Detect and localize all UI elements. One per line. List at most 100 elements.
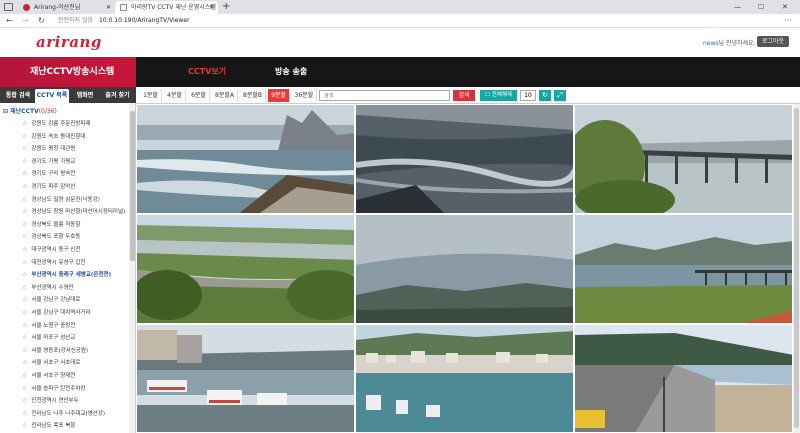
- tree-item[interactable]: ☆ 전라남도 목포 북항: [22, 421, 75, 429]
- tab-favorites[interactable]: 즐겨 찾기: [101, 89, 134, 103]
- tab-actions-icon[interactable]: [4, 3, 13, 11]
- camera-feed-1[interactable]: [136, 104, 355, 214]
- tree-item[interactable]: ☆ 경기도 파주 감악산: [22, 182, 75, 190]
- star-icon[interactable]: ☆: [22, 221, 27, 228]
- page-scrollbar[interactable]: [793, 104, 800, 433]
- star-icon[interactable]: ☆: [22, 284, 27, 291]
- star-icon[interactable]: ☆: [22, 158, 27, 165]
- star-icon[interactable]: ☆: [22, 309, 27, 316]
- forward-icon[interactable]: →: [22, 14, 29, 28]
- star-icon[interactable]: ☆: [22, 183, 27, 190]
- page-scroll-thumb[interactable]: [794, 108, 799, 428]
- security-warning[interactable]: 안전하지 않음: [58, 17, 93, 24]
- url-field[interactable]: 안전하지 않음 10.0.10.190/ArirangTV/Viewer: [58, 15, 190, 27]
- new-tab-button[interactable]: +: [222, 0, 230, 14]
- tab-cctv-list[interactable]: CCTV 목록: [35, 89, 69, 103]
- grid-9[interactable]: 9분할: [268, 89, 290, 102]
- back-icon[interactable]: ←: [6, 14, 13, 28]
- camera-feed-2[interactable]: [355, 104, 574, 214]
- tree-item[interactable]: ☆ 서울 영등포(강서신공원): [22, 346, 88, 354]
- tree-item[interactable]: ☆ 경상북도 울릉 저동항: [22, 220, 80, 228]
- camera-feed-4[interactable]: [136, 214, 355, 324]
- star-icon[interactable]: ☆: [22, 334, 27, 341]
- tree-item[interactable]: ☆ 서울 서초구 양재천: [22, 371, 75, 379]
- tab-search[interactable]: 통합 검색: [2, 89, 34, 103]
- star-icon[interactable]: ☆: [22, 259, 27, 266]
- browser-tab-active[interactable]: 아리랑TV CCTV 재난 운영시스템 ✕: [115, 1, 218, 14]
- grid-8a[interactable]: 8분할A: [212, 89, 238, 102]
- count-input[interactable]: [520, 90, 536, 101]
- grid-6[interactable]: 6분할: [188, 89, 210, 102]
- search-button[interactable]: 검색: [453, 90, 475, 101]
- camera-feed-9[interactable]: [574, 324, 793, 433]
- star-icon[interactable]: ☆: [22, 372, 27, 379]
- star-icon[interactable]: ☆: [22, 296, 27, 303]
- grid-1[interactable]: 1분할: [140, 89, 162, 102]
- grid-36[interactable]: 36분할: [292, 89, 317, 102]
- tab-map[interactable]: 맵화면: [70, 89, 100, 103]
- close-window-icon[interactable]: ✕: [782, 0, 788, 14]
- tree-item[interactable]: ☆ 경기도 가평 가평교: [22, 157, 75, 165]
- star-icon[interactable]: ☆: [22, 170, 27, 177]
- tree-item[interactable]: ☆ 강원도 속초 동대진항대: [22, 132, 86, 140]
- logout-button[interactable]: 로그아웃: [757, 36, 789, 47]
- star-icon[interactable]: ☆: [22, 271, 27, 278]
- minimize-icon[interactable]: —: [734, 0, 741, 14]
- star-icon[interactable]: ☆: [22, 397, 27, 404]
- tree-item[interactable]: ☆ 경상남도 창원 마산항(마산어시장터미널): [22, 207, 125, 215]
- tree-item[interactable]: ☆ 서울 서초구 서초대로: [22, 358, 80, 366]
- refresh-icon[interactable]: ↻: [539, 90, 551, 101]
- search-input[interactable]: [319, 90, 450, 101]
- maximize-icon[interactable]: ☐: [758, 0, 764, 14]
- star-icon[interactable]: ☆: [22, 233, 27, 240]
- star-icon[interactable]: ☆: [22, 145, 27, 152]
- tree-item[interactable]: ☆ 서울 마포구 성산교: [22, 333, 75, 341]
- star-icon[interactable]: ☆: [22, 120, 27, 127]
- star-icon[interactable]: ☆: [22, 347, 27, 354]
- grid-4[interactable]: 4분할: [164, 89, 186, 102]
- tree-item[interactable]: ☆ 부산광역시 수영만: [22, 283, 74, 291]
- tree-root[interactable]: ⊟ 재난CCTV(0/36): [3, 106, 57, 115]
- grid-8b[interactable]: 8분할B: [240, 89, 266, 102]
- tree-item[interactable]: ☆ 부산광역시 동래구 세병교(온천천): [22, 270, 111, 278]
- camera-feed-5[interactable]: [355, 214, 574, 324]
- select-all-button[interactable]: ☐ 전체해제: [480, 90, 517, 101]
- tree-item[interactable]: ☆ 강원도 평창 대관령: [22, 144, 75, 152]
- camera-feed-3[interactable]: [574, 104, 793, 214]
- browser-tab[interactable]: Arirang-이산진님 ✕: [18, 1, 115, 14]
- tree-item[interactable]: ☆ 서울 송파구 탄천주차장: [22, 384, 86, 392]
- star-icon[interactable]: ☆: [22, 385, 27, 392]
- scroll-thumb[interactable]: [130, 111, 135, 261]
- close-tab-icon[interactable]: ✕: [106, 1, 111, 14]
- star-icon[interactable]: ☆: [22, 133, 27, 140]
- camera-feed-8[interactable]: [355, 324, 574, 433]
- tree-item[interactable]: ☆ 전라남도 나주 나주대교(영산강): [22, 409, 105, 417]
- logo[interactable]: arirang: [36, 33, 102, 51]
- tree-item[interactable]: ☆ 경기도 구리 왕숙천: [22, 169, 75, 177]
- close-tab-icon[interactable]: ✕: [209, 1, 214, 14]
- tree-item[interactable]: ☆ 서울 강남구 대치역사거리: [22, 308, 91, 316]
- camera-feed-6[interactable]: [574, 214, 793, 324]
- tree-item[interactable]: ☆ 경상북도 포항 두호동: [22, 232, 80, 240]
- tree-item[interactable]: ☆ 서울 노원구 중랑천: [22, 321, 75, 329]
- tree-item[interactable]: ☆ 서울 강남구 강남대로: [22, 295, 80, 303]
- star-icon[interactable]: ☆: [22, 422, 27, 429]
- star-icon[interactable]: ☆: [22, 359, 27, 366]
- tree-item[interactable]: ☆ 대전광역시 유성구 갑천: [22, 258, 86, 266]
- tree-item[interactable]: ☆ 인천광역시 연안부두: [22, 396, 79, 404]
- tree-item[interactable]: ☆ 강원도 강릉 주문진방파제: [22, 119, 91, 127]
- reload-icon[interactable]: ↻: [38, 14, 45, 28]
- tree-item[interactable]: ☆ 대구광역시 동구 신천: [22, 245, 80, 253]
- more-icon[interactable]: ···: [784, 14, 792, 28]
- star-icon[interactable]: ☆: [22, 208, 27, 215]
- expand-icon[interactable]: ⤢: [554, 90, 566, 101]
- star-icon[interactable]: ☆: [22, 196, 27, 203]
- star-icon[interactable]: ☆: [22, 322, 27, 329]
- menu-broadcast[interactable]: 방송 송출: [275, 57, 307, 87]
- star-icon[interactable]: ☆: [22, 246, 27, 253]
- camera-feed-7[interactable]: [136, 324, 355, 433]
- tree-item[interactable]: ☆ 경상남도 밀양 삼문진(낙동강): [22, 195, 100, 203]
- sidebar-scrollbar[interactable]: [129, 103, 135, 433]
- star-icon[interactable]: ☆: [22, 410, 27, 417]
- menu-cctv-view[interactable]: CCTV보기: [188, 57, 226, 87]
